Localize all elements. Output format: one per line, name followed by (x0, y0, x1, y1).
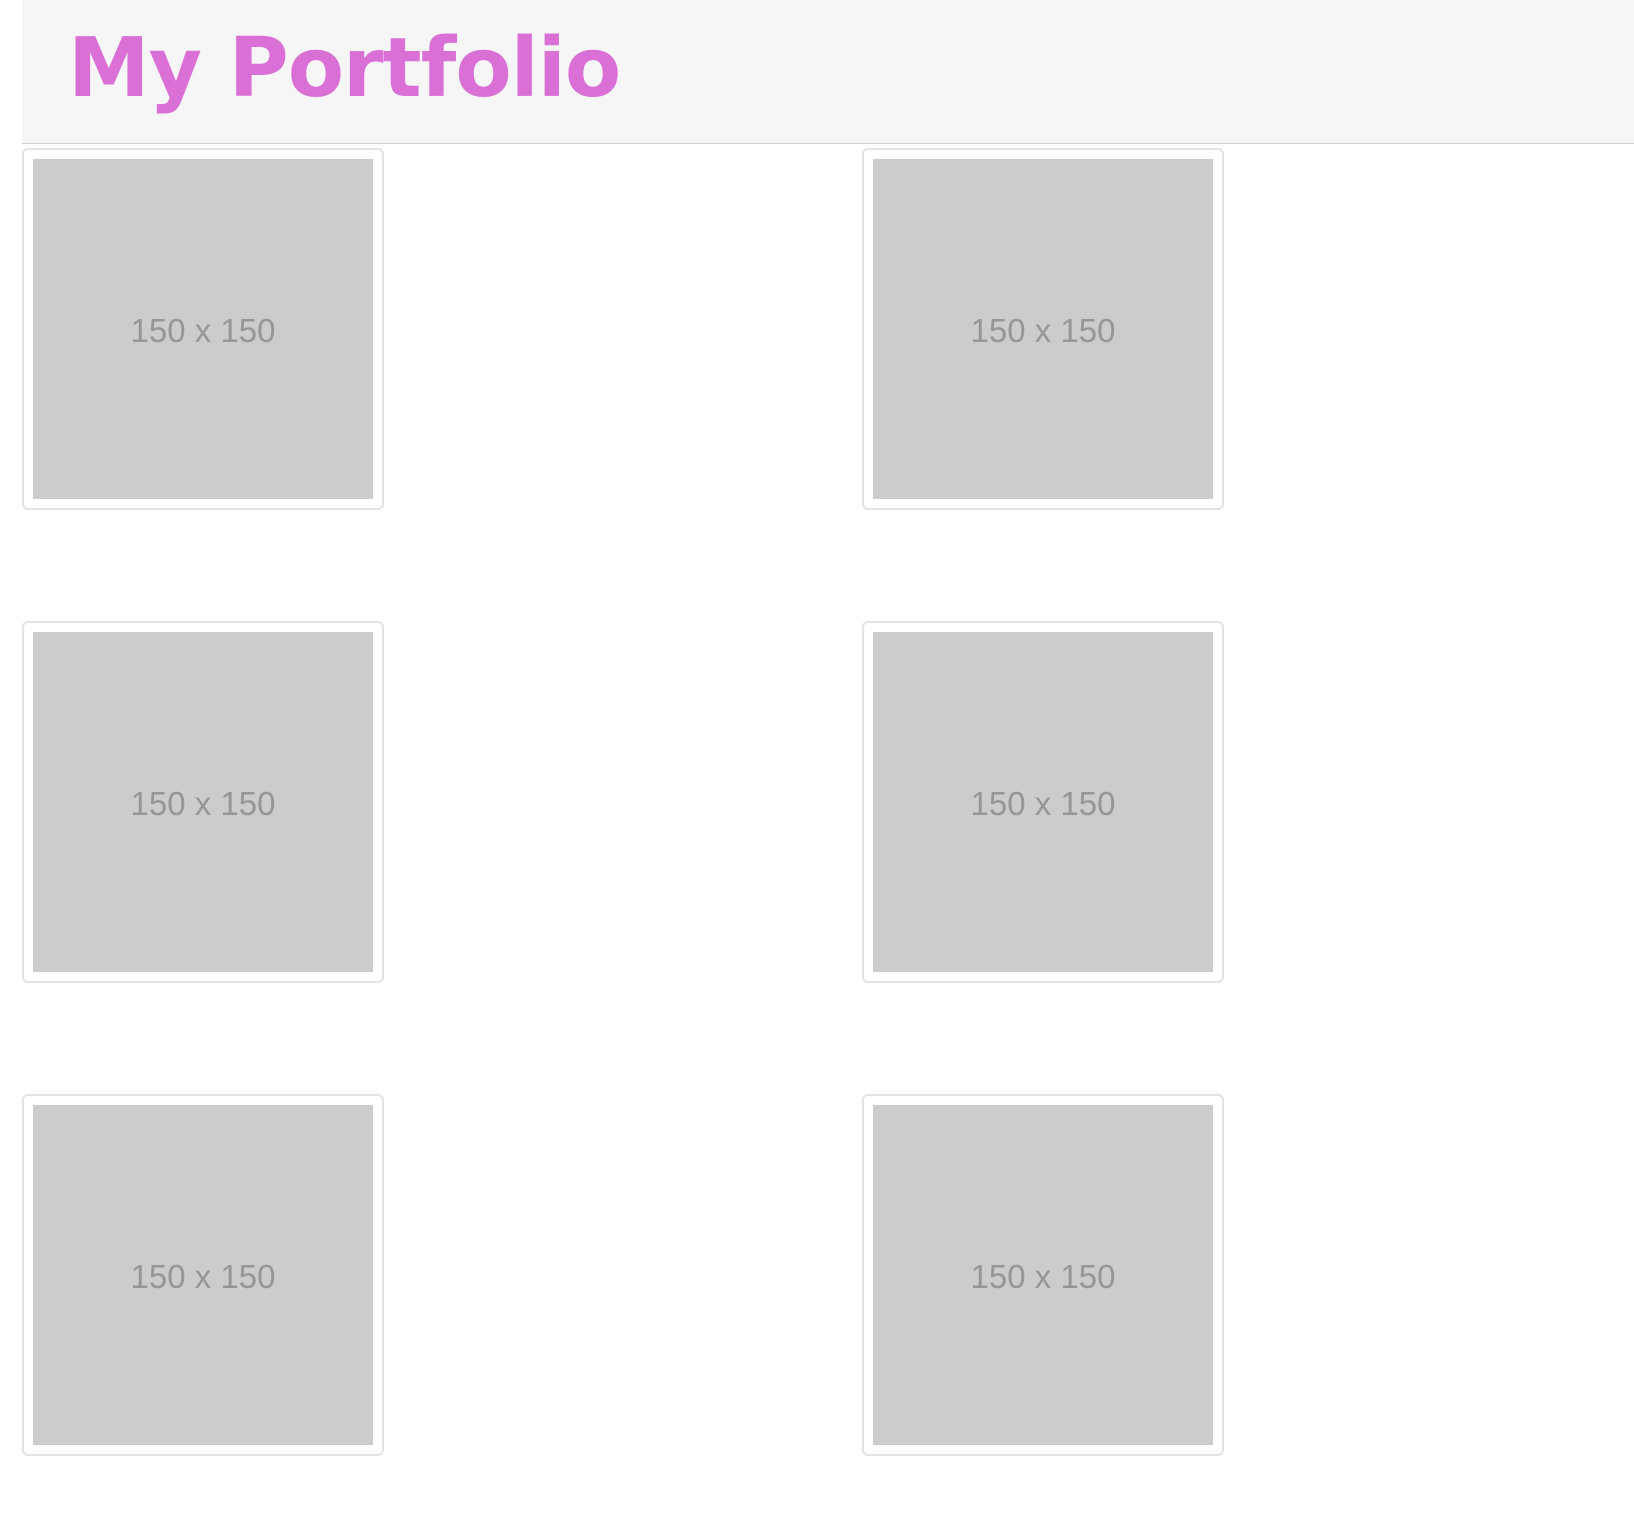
placeholder-image: 150 x 150 (33, 1105, 373, 1445)
site-title: My Portfolio (68, 21, 621, 116)
portfolio-thumbnail[interactable]: 150 x 150 (862, 148, 1224, 510)
placeholder-image: 150 x 150 (873, 632, 1213, 972)
portfolio-thumbnail[interactable]: 150 x 150 (22, 1094, 384, 1456)
placeholder-label: 150 x 150 (970, 1258, 1116, 1295)
placeholder-image: 150 x 150 (873, 159, 1213, 499)
placeholder-label: 150 x 150 (130, 1258, 276, 1295)
portfolio-thumbnail[interactable]: 150 x 150 (22, 148, 384, 510)
placeholder-label: 150 x 150 (130, 312, 276, 349)
page: My Portfolio 150 x 150 150 x 150 150 x 1… (0, 0, 1634, 1534)
site-header: My Portfolio (22, 0, 1634, 144)
placeholder-label: 150 x 150 (970, 785, 1116, 822)
placeholder-image: 150 x 150 (33, 159, 373, 499)
placeholder-label: 150 x 150 (970, 312, 1116, 349)
portfolio-thumbnail[interactable]: 150 x 150 (862, 1094, 1224, 1456)
placeholder-label: 150 x 150 (130, 785, 276, 822)
placeholder-image: 150 x 150 (33, 632, 373, 972)
portfolio-thumbnail[interactable]: 150 x 150 (862, 621, 1224, 983)
portfolio-thumbnail[interactable]: 150 x 150 (22, 621, 384, 983)
placeholder-image: 150 x 150 (873, 1105, 1213, 1445)
